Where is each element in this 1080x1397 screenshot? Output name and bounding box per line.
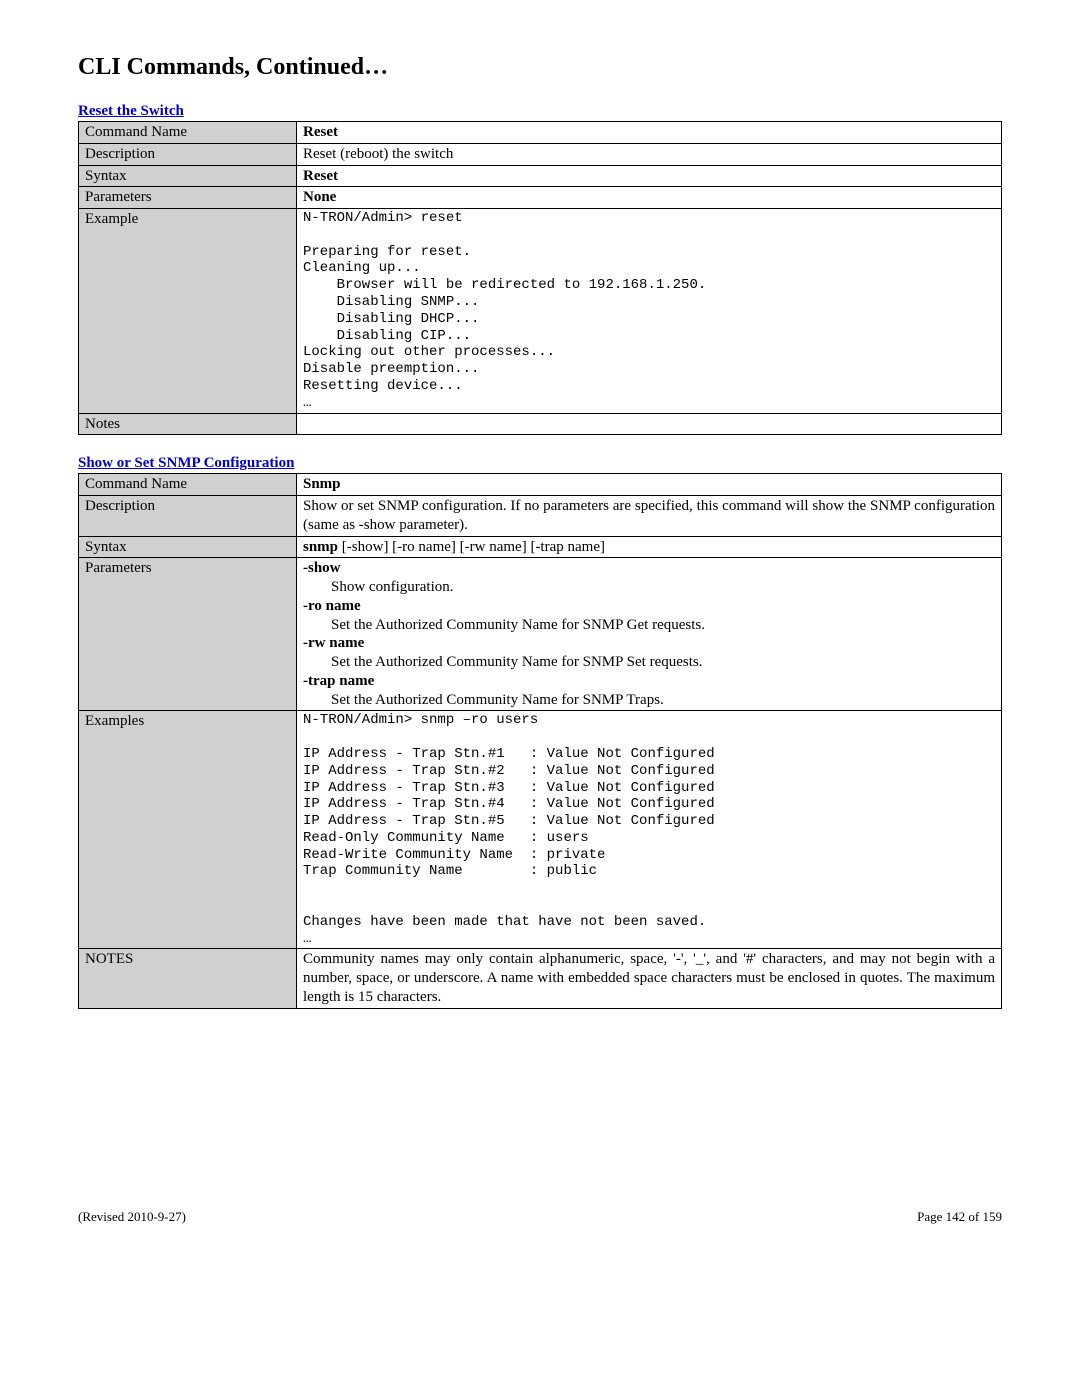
snmp-examples-value: N-TRON/Admin> snmp –ro users IP Address … [297, 711, 1002, 949]
snmp-params-value: -showShow configuration.-ro nameSet the … [297, 558, 1002, 711]
reset-heading-link[interactable]: Reset the Switch [78, 103, 1002, 120]
reset-notes-label: Notes [79, 413, 297, 435]
reset-cmd-label: Command Name [79, 122, 297, 144]
param-head: -ro name [303, 597, 995, 616]
reset-params-value: None [297, 187, 1002, 209]
reset-example-value: N-TRON/Admin> reset Preparing for reset.… [297, 209, 1002, 414]
reset-notes-value [297, 413, 1002, 435]
param-desc: Set the Authorized Community Name for SN… [303, 691, 995, 710]
reset-params-label: Parameters [79, 187, 297, 209]
param-desc: Show configuration. [303, 578, 995, 597]
page-footer: (Revised 2010-9-27) Page 142 of 159 [78, 1209, 1002, 1225]
reset-syntax-label: Syntax [79, 165, 297, 187]
footer-page: Page 142 of 159 [917, 1209, 1002, 1225]
snmp-desc-label: Description [79, 496, 297, 537]
reset-cmd-value: Reset [297, 122, 1002, 144]
snmp-examples-label: Examples [79, 711, 297, 949]
snmp-notes-label: NOTES [79, 949, 297, 1008]
param-head: -trap name [303, 672, 995, 691]
snmp-notes-value: Community names may only contain alphanu… [297, 949, 1002, 1008]
footer-revised: (Revised 2010-9-27) [78, 1209, 186, 1225]
snmp-desc-value: Show or set SNMP configuration. If no pa… [297, 496, 1002, 537]
snmp-cmd-label: Command Name [79, 474, 297, 496]
reset-example-label: Example [79, 209, 297, 414]
snmp-heading-link[interactable]: Show or Set SNMP Configuration [78, 455, 1002, 472]
snmp-table: Command Name Snmp Description Show or se… [78, 473, 1002, 1008]
reset-desc-value: Reset (reboot) the switch [297, 143, 1002, 165]
reset-syntax-value: Reset [297, 165, 1002, 187]
param-desc: Set the Authorized Community Name for SN… [303, 653, 995, 672]
page-title: CLI Commands, Continued… [78, 54, 1002, 81]
snmp-params-label: Parameters [79, 558, 297, 711]
reset-table: Command Name Reset Description Reset (re… [78, 121, 1002, 435]
param-head: -show [303, 559, 995, 578]
param-head: -rw name [303, 634, 995, 653]
reset-desc-label: Description [79, 143, 297, 165]
snmp-syntax-value: snmp [-show] [-ro name] [-rw name] [-tra… [297, 536, 1002, 558]
snmp-cmd-value: Snmp [297, 474, 1002, 496]
snmp-syntax-label: Syntax [79, 536, 297, 558]
param-desc: Set the Authorized Community Name for SN… [303, 616, 995, 635]
